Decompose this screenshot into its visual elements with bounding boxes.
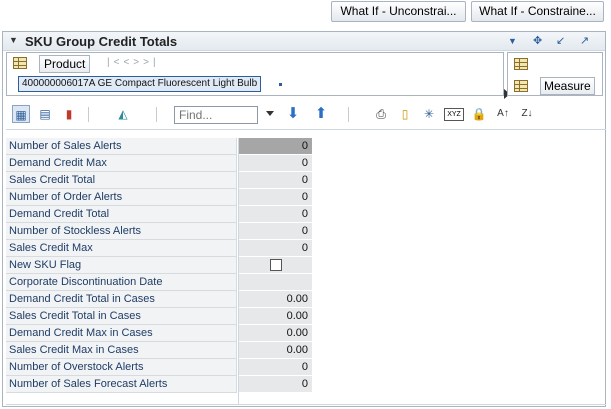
minimize-icon[interactable]: ↙ xyxy=(556,34,565,47)
grid-row: Corporate Discontinuation Date xyxy=(6,274,312,291)
row-value-cell[interactable]: 0.00 xyxy=(238,308,312,325)
row-value-cell[interactable]: 0 xyxy=(238,240,312,257)
sku-group-credit-totals-panel: ▼ SKU Group Credit Totals ▼ ✥ ↙ ↗ Produc… xyxy=(2,31,606,407)
toolbar-separator xyxy=(88,107,89,122)
grid-row: Number of Overstock Alerts 0 xyxy=(6,359,312,376)
toolbar-separator xyxy=(348,107,349,122)
print-preview-icon[interactable]: ⎙ xyxy=(372,105,390,123)
find-input[interactable] xyxy=(174,106,258,124)
bar-chart-view-icon[interactable]: ▮ xyxy=(60,105,78,123)
row-value-cell[interactable]: 0 xyxy=(238,359,312,376)
measure-dimension-button[interactable]: Measure xyxy=(540,77,595,95)
find-next-down-arrow-icon[interactable]: ⬇ xyxy=(284,105,302,123)
grid-row: Number of Sales Forecast Alerts 0 xyxy=(6,376,312,393)
notes-icon[interactable]: ▯ xyxy=(396,105,414,123)
find-dropdown-icon[interactable] xyxy=(266,111,274,116)
toolbar-separator xyxy=(156,107,157,122)
grid-row: Demand Credit Total in Cases 0.00 xyxy=(6,291,312,308)
product-dropdown-dot-icon[interactable] xyxy=(279,83,282,86)
pov-bar-measure: Measure xyxy=(507,52,603,96)
row-label: Number of Sales Forecast Alerts xyxy=(6,376,237,393)
product-dimension-button[interactable]: Product xyxy=(39,55,91,73)
sort-ascending-icon[interactable]: A↑ xyxy=(494,105,512,123)
pivot-grid-icon[interactable] xyxy=(514,58,528,70)
find-previous-up-arrow-icon[interactable]: ⬆ xyxy=(312,105,330,123)
chart-table-view-icon[interactable]: ▤ xyxy=(36,105,54,123)
grid-row: Sales Credit Total 0 xyxy=(6,172,312,189)
row-value-cell[interactable]: 0 xyxy=(238,155,312,172)
area-chart-icon[interactable]: ◭ xyxy=(114,105,132,123)
what-if-constrained-button[interactable]: What If - Constraine... xyxy=(471,1,604,22)
sort-descending-icon[interactable]: Z↓ xyxy=(518,105,536,123)
pivot-grid-icon[interactable] xyxy=(514,80,528,92)
row-value-cell[interactable]: 0 xyxy=(238,376,312,393)
row-label: Number of Stockless Alerts xyxy=(6,223,237,240)
row-label: Demand Credit Total in Cases xyxy=(6,291,237,308)
grid-header-strip xyxy=(6,129,606,137)
grid-row: Demand Credit Total 0 xyxy=(6,206,312,223)
grid-row: Sales Credit Max 0 xyxy=(6,240,312,257)
row-label: Sales Credit Max in Cases xyxy=(6,342,237,359)
grid-bottom-border xyxy=(6,404,606,405)
grid-row: Number of Order Alerts 0 xyxy=(6,189,312,206)
panel-title: SKU Group Credit Totals xyxy=(25,34,178,49)
show-hide-icon[interactable]: ✳ xyxy=(420,105,438,123)
grid-row: Sales Credit Total in Cases 0.00 xyxy=(6,308,312,325)
grid-divider xyxy=(238,138,239,405)
move-icon[interactable]: ✥ xyxy=(533,34,542,47)
row-label: Number of Order Alerts xyxy=(6,189,237,206)
collapse-chevron-icon[interactable]: ▼ xyxy=(9,35,18,45)
new-sku-flag-checkbox[interactable] xyxy=(270,259,282,271)
row-value-cell[interactable] xyxy=(238,257,312,274)
row-label: Sales Credit Total in Cases xyxy=(6,308,237,325)
row-label: Sales Credit Max xyxy=(6,240,237,257)
row-label: New SKU Flag xyxy=(6,257,237,274)
grid-row: New SKU Flag xyxy=(6,257,312,274)
grid-row: Number of Sales Alerts 0 xyxy=(6,138,312,155)
row-label: Number of Sales Alerts xyxy=(6,138,237,155)
row-label: Corporate Discontinuation Date xyxy=(6,274,237,291)
measure-grid: Number of Sales Alerts 0 Demand Credit Max… xyxy=(6,138,606,405)
row-value-cell[interactable]: 0 xyxy=(238,172,312,189)
grid-row: Number of Stockless Alerts 0 xyxy=(6,223,312,240)
row-label: Demand Credit Max xyxy=(6,155,237,172)
panel-titlebar: ▼ SKU Group Credit Totals ▼ ✥ ↙ ↗ xyxy=(3,32,605,51)
row-value-cell[interactable]: 0.00 xyxy=(238,291,312,308)
row-value-cell[interactable]: 0 xyxy=(238,223,312,240)
pivot-grid-icon[interactable] xyxy=(13,57,27,69)
table-view-icon[interactable]: ▦ xyxy=(12,105,30,123)
row-label: Number of Overstock Alerts xyxy=(6,359,237,376)
row-value-cell[interactable]: 0 xyxy=(238,138,312,155)
grid-row: Sales Credit Max in Cases 0.00 xyxy=(6,342,312,359)
pager-arrows-icon[interactable]: |<<>>| xyxy=(107,57,160,68)
grid-row: Demand Credit Max 0 xyxy=(6,155,312,172)
row-value-cell[interactable]: 0.00 xyxy=(238,325,312,342)
row-value-cell[interactable] xyxy=(238,274,312,291)
row-label: Sales Credit Total xyxy=(6,172,237,189)
row-label: Demand Credit Max in Cases xyxy=(6,325,237,342)
grid-toolbar: ▦ ▤ ▮ ◭ ⬇ ⬆ ⎙ ▯ ✳ XYZ 🔒 A↑ Z↓ xyxy=(6,102,604,128)
lock-icon[interactable]: 🔒 xyxy=(470,105,488,123)
row-value-cell[interactable]: 0.00 xyxy=(238,342,312,359)
what-if-unconstrained-button[interactable]: What If - Unconstrai... xyxy=(331,1,466,22)
row-value-cell[interactable]: 0 xyxy=(238,189,312,206)
maximize-icon[interactable]: ↗ xyxy=(580,34,589,47)
grid-row: Demand Credit Max in Cases 0.00 xyxy=(6,325,312,342)
row-label: Demand Credit Total xyxy=(6,206,237,223)
panel-menu-icon[interactable]: ▼ xyxy=(508,36,517,46)
pov-bar-product: Product |<<>>| 400000006017A GE Compact … xyxy=(6,52,510,99)
row-value-cell[interactable]: 0 xyxy=(238,206,312,223)
xyz-format-icon[interactable]: XYZ xyxy=(444,108,464,121)
product-member-selector[interactable]: 400000006017A GE Compact Fluorescent Lig… xyxy=(18,76,262,92)
